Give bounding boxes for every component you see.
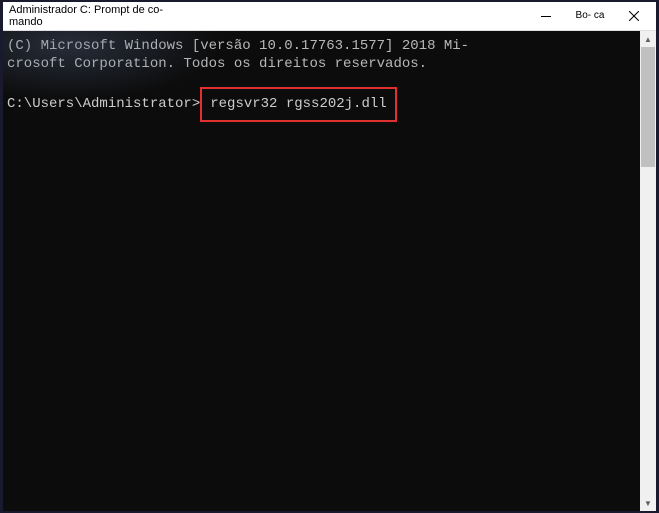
- vertical-scrollbar[interactable]: ▲ ▼: [640, 31, 656, 511]
- scroll-down-arrow[interactable]: ▼: [640, 495, 656, 511]
- scroll-track[interactable]: [640, 47, 656, 495]
- terminal-area: (C) Microsoft Windows [versão 10.0.17763…: [3, 31, 656, 511]
- command-prompt-window: Administrador C: Prompt de co- mando Bo-…: [3, 2, 656, 511]
- window-controls: Bo- ca: [524, 2, 656, 30]
- maximize-label: Bo- ca: [576, 11, 605, 21]
- scroll-up-arrow[interactable]: ▲: [640, 31, 656, 47]
- command-text: regsvr32 rgss202j.dll: [210, 96, 386, 112]
- prompt-line: C:\Users\Administrator> regsvr32 rgss202j…: [7, 87, 636, 121]
- close-icon: [629, 11, 639, 21]
- maximize-button[interactable]: Bo- ca: [568, 2, 612, 30]
- titlebar[interactable]: Administrador C: Prompt de co- mando Bo-…: [3, 2, 656, 31]
- scroll-thumb[interactable]: [641, 47, 655, 167]
- window-title: Administrador C: Prompt de co- mando: [9, 4, 169, 28]
- terminal-content[interactable]: (C) Microsoft Windows [versão 10.0.17763…: [3, 31, 640, 511]
- prompt-path: C:\Users\Administrator>: [7, 95, 200, 113]
- minimize-button[interactable]: [524, 2, 568, 30]
- minimize-icon: [541, 16, 551, 17]
- command-highlight: regsvr32 rgss202j.dll: [200, 87, 396, 121]
- copyright-text: (C) Microsoft Windows [versão 10.0.17763…: [7, 37, 477, 73]
- close-button[interactable]: [612, 2, 656, 30]
